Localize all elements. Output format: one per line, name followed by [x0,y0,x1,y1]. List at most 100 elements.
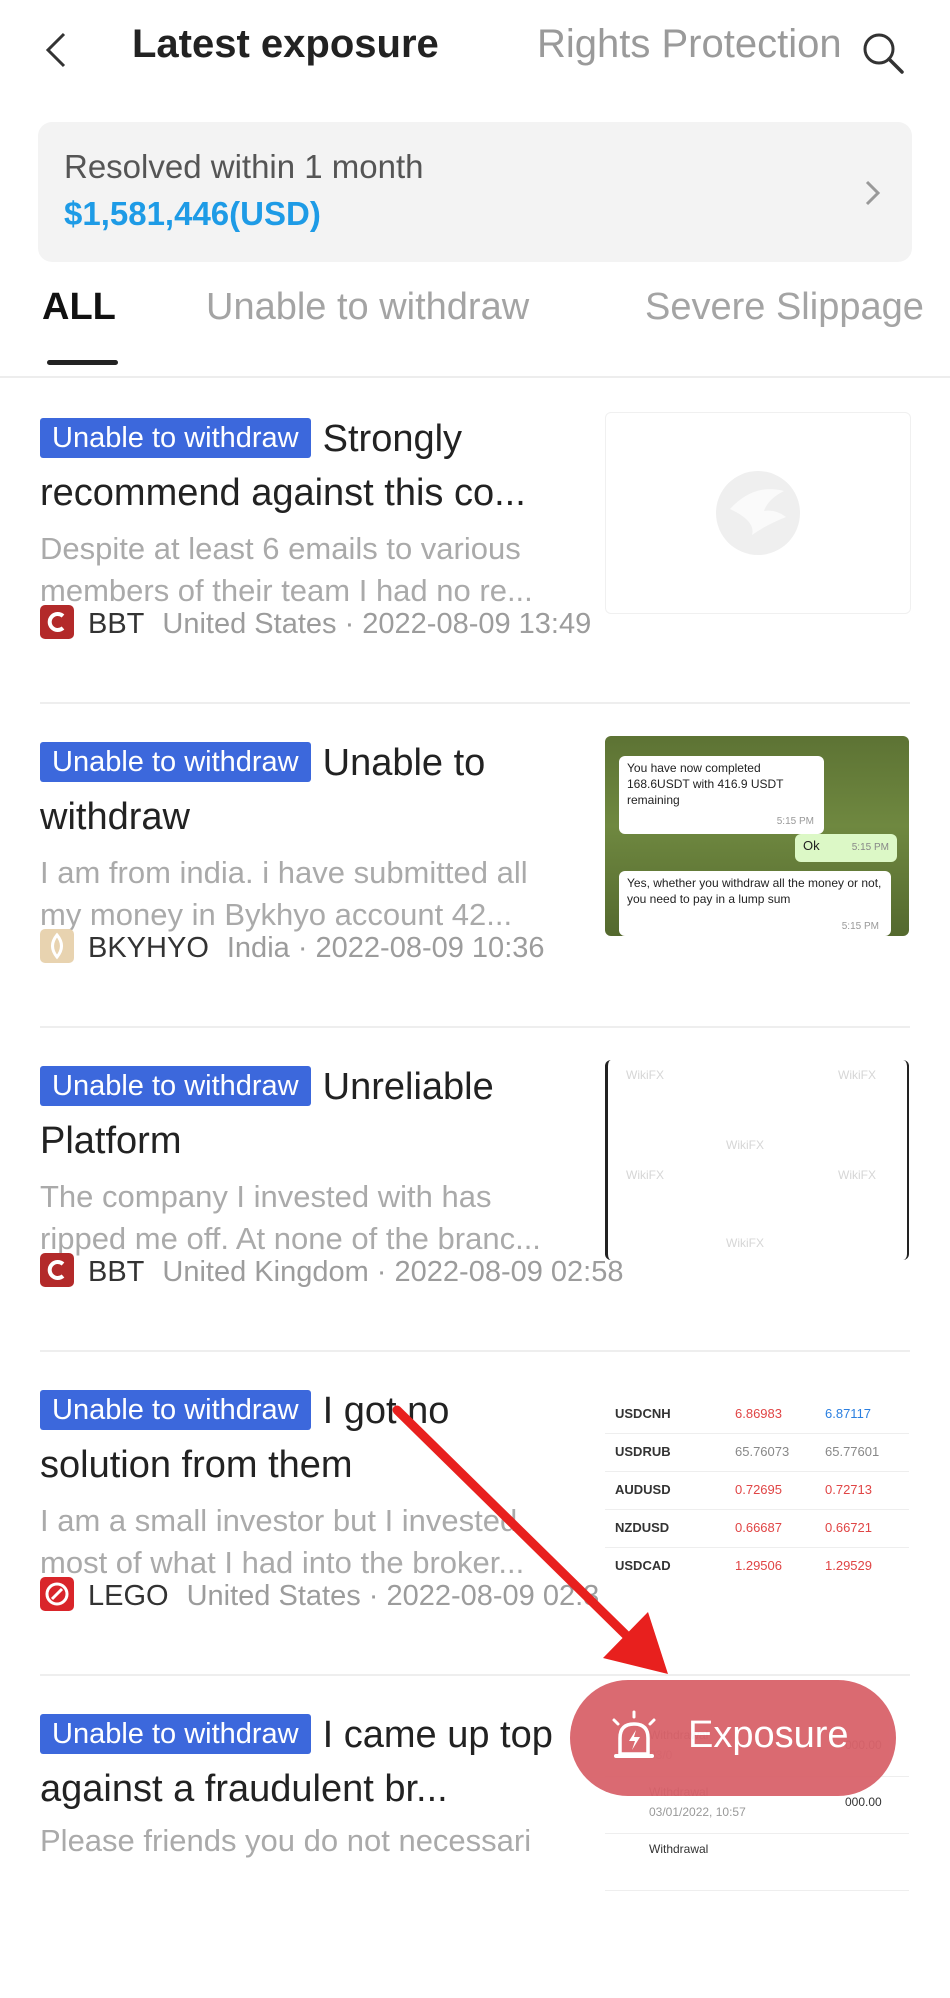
watermark: WikiFX [626,1068,664,1082]
rates-row: USDCAD 1.29506 1.29529 [605,1548,909,1584]
item-title-block: Unable to withdraw Unreliable Platform [40,1060,560,1168]
list-item[interactable]: Unable to withdraw Unable to withdraw I a… [40,702,910,1026]
chat-bubble: You have now completed 168.6USDT with 41… [619,756,824,834]
rates-table: USDCNH 6.86983 6.87117 USDRUB 65.76073 65.776… [605,1396,909,1584]
chat-time: 5:15 PM [851,842,889,853]
item-title-block: Unable to withdraw I came up top against … [40,1708,560,1816]
list-item[interactable]: Unable to withdraw I got no solution from… [40,1350,910,1674]
rate-bid: 0.72695 [735,1482,782,1497]
exposure-button-label: Exposure [688,1714,849,1756]
placeholder-logo-icon [716,471,800,555]
broker-name[interactable]: BBT [88,1256,144,1288]
status-badge: Unable to withdraw [40,1390,311,1430]
withdrawal-label: Withdrawal [649,1842,709,1856]
item-description: The company I invested with has ripped m… [40,1179,541,1256]
status-badge: Unable to withdraw [40,1066,311,1106]
status-badge: Unable to withdraw [40,742,311,782]
rate-ask: 65.77601 [825,1444,880,1459]
rates-row: USDCNH 6.86983 6.87117 [605,1396,909,1434]
watermark: WikiFX [726,1236,764,1250]
active-tab-indicator [47,360,118,365]
chat-text: Yes, whether you withdraw all the money … [627,876,882,906]
watermark: WikiFX [626,1168,664,1182]
item-location-time: India · 2022-08-09 10:36 [226,932,545,964]
rates-row: USDRUB 65.76073 65.77601 [605,1434,909,1472]
item-thumbnail[interactable] [605,412,911,614]
summary-label: Resolved within 1 month [64,148,424,185]
tab-rights-protection[interactable]: Rights Protection [537,22,862,67]
chevron-right-icon [865,180,881,206]
broker-logo [40,605,74,640]
item-meta: BKYHYO India · 2022-08-09 10:36 [40,928,545,968]
rate-bid: 1.29506 [735,1558,782,1573]
divider [40,1350,910,1352]
top-bar: Latest exposure Rights Protection [0,0,950,100]
tab-unable-to-withdraw[interactable]: Unable to withdraw [206,286,529,329]
rate-ask: 0.66721 [825,1520,872,1535]
search-icon[interactable] [860,30,906,76]
item-title-block: Unable to withdraw Unable to withdraw [40,736,560,844]
back-arrow-icon[interactable] [38,30,78,70]
item-meta: BBT United States · 2022-08-09 13:49 [40,604,591,644]
item-thumbnail[interactable]: USDCNH 6.86983 6.87117 USDRUB 65.76073 65.776… [605,1384,909,1584]
item-title-block: Unable to withdraw Strongly recommend aga… [40,412,560,520]
list-item[interactable]: Unable to withdraw Strongly recommend aga… [40,378,911,702]
page-title: Latest exposure [132,22,439,66]
rate-symbol: NZDUSD [615,1520,670,1535]
item-title-block: Unable to withdraw I got no solution from… [40,1384,560,1492]
item-description: I am a small investor but I invested mos… [40,1503,525,1580]
chat-time: 5:15 PM [841,921,879,932]
broker-name[interactable]: LEGO [88,1580,169,1612]
chat-time: 5:15 PM [776,816,814,827]
watermark: WikiFX [726,1138,764,1152]
divider [40,1674,910,1676]
item-description: Please friends you do not necessari [40,1823,532,1858]
item-location-time: United States · 2022-08-09 13:49 [162,608,592,640]
divider [40,702,910,704]
alarm-siren-icon [612,1710,656,1758]
item-meta: LEGO United States · 2022-08-09 02:3 [40,1576,599,1616]
broker-name[interactable]: BBT [88,608,144,640]
rate-ask: 6.87117 [825,1406,872,1421]
rates-row: AUDUSD 0.72695 0.72713 [605,1472,909,1510]
rate-bid: 6.86983 [735,1406,782,1421]
summary-amount: $1,581,446(USD) [64,195,321,232]
category-tabs: ALL Unable to withdraw Severe Slippage [0,268,950,378]
rate-ask: 0.72713 [825,1482,872,1497]
rate-symbol: USDCAD [615,1558,671,1573]
watermark: WikiFX [838,1168,876,1182]
item-thumbnail[interactable]: WikiFX WikiFX WikiFX WikiFX WikiFX WikiF… [605,1060,909,1260]
rate-bid: 65.76073 [735,1444,790,1459]
exposure-button[interactable]: Exposure [570,1680,896,1796]
chat-bubble: Ok 5:15 PM [795,834,897,862]
broker-logo [40,1577,74,1612]
rate-symbol: USDCNH [615,1406,671,1421]
list-item[interactable]: Unable to withdraw Unreliable Platform Th… [40,1026,910,1350]
item-description: Despite at least 6 emails to various mem… [40,531,533,608]
item-meta: BBT United Kingdom · 2022-08-09 02:58 [40,1252,624,1292]
rate-symbol: USDRUB [615,1444,671,1459]
item-location-time: United Kingdom · 2022-08-09 02:58 [162,1256,624,1288]
withdrawal-date: 03/01/2022, 10:57 [649,1805,746,1819]
withdrawal-amount: 000.00 [845,1795,882,1809]
rate-symbol: AUDUSD [615,1482,671,1497]
tab-severe-slippage[interactable]: Severe Slippage [645,286,924,329]
chat-bubble: Yes, whether you withdraw all the money … [619,871,891,936]
resolved-summary-card[interactable]: Resolved within 1 month $1,581,446(USD) [38,122,912,262]
rates-row: NZDUSD 0.66687 0.66721 [605,1510,909,1548]
broker-name[interactable]: BKYHYO [88,932,209,964]
item-location-time: United States · 2022-08-09 02:3 [186,1580,600,1612]
rate-ask: 1.29529 [825,1558,872,1573]
tab-all[interactable]: ALL [42,286,116,329]
item-description: I am from india. i have submitted all my… [40,855,528,932]
chat-text: Ok [803,838,820,853]
chat-text: You have now completed 168.6USDT with 41… [627,761,784,807]
item-thumbnail[interactable]: You have now completed 168.6USDT with 41… [605,736,909,936]
watermark: WikiFX [838,1068,876,1082]
broker-logo [40,1253,74,1288]
broker-logo [40,929,74,964]
rate-bid: 0.66687 [735,1520,782,1535]
divider [40,1026,910,1028]
status-badge: Unable to withdraw [40,1714,311,1754]
status-badge: Unable to withdraw [40,418,311,458]
